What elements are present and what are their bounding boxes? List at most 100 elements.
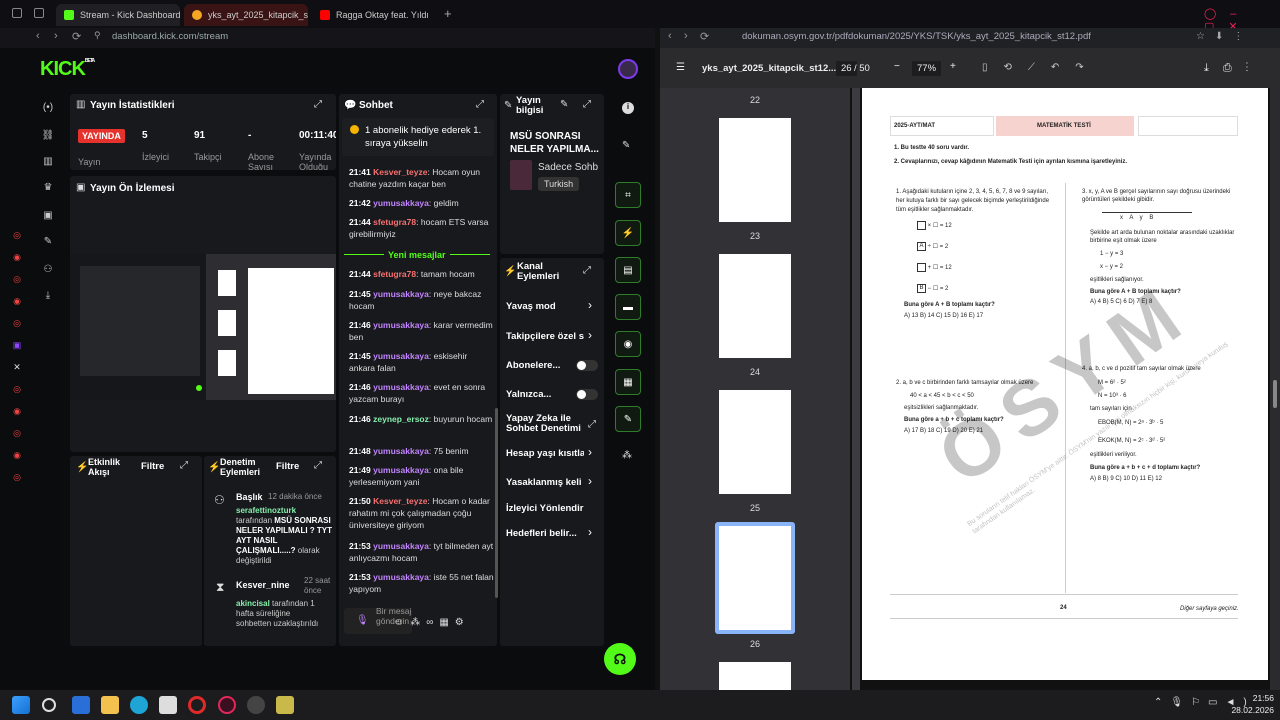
chat-username[interactable]: yumusakkaya bbox=[373, 198, 429, 208]
pinned-gift-banner[interactable]: 1 abonelik hediye ederek 1. sıraya yükse… bbox=[342, 118, 494, 156]
chat-message[interactable]: 21:53 yumusakkaya: iste 55 net falan yap… bbox=[349, 571, 494, 595]
wrench-button[interactable]: ✎ bbox=[615, 406, 641, 432]
raid-label[interactable]: İzleyici Yönlendir bbox=[506, 503, 583, 514]
chat-username[interactable]: yumusakkaya bbox=[373, 541, 429, 551]
emote-only-toggle[interactable] bbox=[576, 389, 598, 400]
back-icon[interactable]: ‹ bbox=[668, 30, 672, 42]
forward-icon[interactable]: › bbox=[54, 30, 58, 42]
left-url[interactable]: dashboard.kick.com/stream bbox=[112, 31, 228, 42]
chat-message[interactable]: 21:45 yumusakkaya: neye bakcaz hocam bbox=[349, 288, 494, 312]
chevron-right-icon[interactable]: › bbox=[588, 328, 592, 342]
pdf-actions-icons[interactable]: ⤓⎙⋮ bbox=[1204, 62, 1262, 75]
flash-button[interactable]: ⚡ bbox=[615, 220, 641, 246]
followers-only-label[interactable]: Takipçilere özel s bbox=[506, 331, 584, 342]
zoom-out-icon[interactable]: − bbox=[894, 61, 900, 72]
subs-only-toggle[interactable] bbox=[576, 360, 598, 371]
chat-message[interactable]: 21:49 yumusakkaya: ona bile yerlesemiyom… bbox=[349, 464, 494, 488]
slow-mode-label[interactable]: Yavaş mod bbox=[506, 301, 556, 312]
activity-filter-button[interactable]: Filtre bbox=[141, 461, 164, 472]
side-app-icons[interactable]: ◎ ◉ ◎ ◉ ◎ ▣ ✕ ◎ ◉ ◎ ◉ ◎ bbox=[10, 224, 24, 488]
new-tab-button[interactable]: + bbox=[444, 6, 452, 21]
avatar[interactable] bbox=[618, 59, 638, 79]
notes-button[interactable]: ▤ bbox=[615, 257, 641, 283]
chat-username[interactable]: Kesver_teyze bbox=[373, 496, 427, 506]
ai-moderation-label[interactable]: Yapay Zeka ile Sohbet Denetimi bbox=[506, 414, 586, 434]
chat-tools-icons[interactable]: ☺⁂∞▦⚙ bbox=[394, 617, 470, 628]
clock-date[interactable]: 28.02.2026 bbox=[1226, 705, 1274, 715]
chat-username[interactable]: yumusakkaya bbox=[373, 351, 429, 361]
page-scrollbar-thumb[interactable] bbox=[1273, 380, 1277, 408]
expand-icon[interactable]: ⤢ bbox=[180, 460, 188, 471]
chat-message[interactable]: 21:46 zeynep_ersoz: buyurun hocam bbox=[349, 413, 494, 425]
site-info-icon[interactable]: ⚲ bbox=[94, 30, 101, 41]
video-icon[interactable]: ▣ bbox=[36, 210, 60, 228]
start-icon[interactable] bbox=[12, 696, 30, 714]
chat-message[interactable]: 21:41 Kesver_teyze: Hocam oyun chatine y… bbox=[349, 166, 494, 190]
chat-username[interactable]: yumusakkaya bbox=[373, 465, 429, 475]
app-icon[interactable] bbox=[276, 696, 294, 714]
emote-only-label[interactable]: Yalnızca... bbox=[506, 389, 551, 400]
chat-message[interactable]: 21:44 sfetugra78: tamam hocam bbox=[349, 268, 494, 280]
expand-icon[interactable]: ⤢ bbox=[314, 99, 322, 110]
info-circle-icon[interactable]: i bbox=[622, 102, 634, 114]
analytics-icon[interactable]: ▥ bbox=[36, 156, 60, 174]
tab-kick-dashboard[interactable]: Stream - Kick Dashboard bbox=[56, 4, 180, 26]
reload-icon[interactable]: ⟳ bbox=[72, 30, 81, 43]
chat-username[interactable]: Kesver_teyze bbox=[373, 167, 427, 177]
screenshot-button[interactable]: ⌗ bbox=[615, 182, 641, 208]
forward-icon[interactable]: › bbox=[684, 30, 688, 42]
window-menu-icon[interactable] bbox=[12, 8, 22, 18]
reload-icon[interactable]: ⟳ bbox=[700, 30, 709, 43]
expand-icon[interactable]: ⤢ bbox=[583, 99, 591, 110]
link-icon[interactable]: ⛓ bbox=[36, 130, 60, 148]
zoom-in-icon[interactable]: + bbox=[950, 61, 956, 72]
chat-username[interactable]: zeynep_ersoz bbox=[373, 414, 429, 424]
stream-icon[interactable]: (•) bbox=[36, 102, 60, 120]
chat-scrollbar[interactable] bbox=[495, 408, 498, 598]
opera-gx-icon[interactable] bbox=[218, 696, 236, 714]
pdf-tools-icons[interactable]: ▯⟲⟋↶↷ bbox=[982, 62, 1100, 73]
account-age-label[interactable]: Hesap yaşı kısıtla bbox=[506, 448, 584, 459]
store-icon[interactable] bbox=[159, 696, 177, 714]
thumbnail-page[interactable] bbox=[719, 390, 791, 494]
trophy-icon[interactable]: ♛ bbox=[36, 182, 60, 200]
mod-filter-button[interactable]: Filtre bbox=[276, 461, 299, 472]
chat-message[interactable]: 21:42 yumusakkaya: geldim bbox=[349, 197, 494, 209]
mic-icon[interactable]: 🎙 bbox=[356, 615, 369, 626]
goals-label[interactable]: Hedefleri belir... bbox=[506, 528, 577, 539]
tab-actions-icon[interactable] bbox=[34, 8, 44, 18]
expand-icon[interactable]: ⤢ bbox=[314, 460, 322, 471]
chat-username[interactable]: yumusakkaya bbox=[373, 572, 429, 582]
tab-youtube[interactable]: Ragga Oktay feat. Yıldı bbox=[312, 4, 440, 26]
broadcast-button[interactable]: ◉ bbox=[615, 331, 641, 357]
stream-preview-video[interactable] bbox=[70, 254, 336, 400]
menu-icon[interactable]: ☰ bbox=[676, 62, 685, 73]
chevron-right-icon[interactable]: › bbox=[588, 445, 592, 459]
chat-message[interactable]: 21:45 yumusakkaya: eskisehir ankara fala… bbox=[349, 350, 494, 374]
edge-icon[interactable] bbox=[130, 696, 148, 714]
chevron-right-icon[interactable]: › bbox=[588, 474, 592, 488]
search-icon[interactable] bbox=[42, 698, 56, 712]
tab-pdf[interactable]: yks_ayt_2025_kitapcik_st12 bbox=[184, 4, 308, 26]
apps-icon[interactable]: ⁂ bbox=[622, 450, 632, 461]
banned-words-label[interactable]: Yasaklanmış keli bbox=[506, 477, 584, 488]
chat-message[interactable]: 21:46 yumusakkaya: evet en sonra yazcam … bbox=[349, 381, 494, 405]
thumb-scrollbar[interactable] bbox=[852, 88, 860, 690]
zoom-level[interactable]: 77% bbox=[912, 61, 942, 76]
layout-button[interactable]: ▦ bbox=[615, 369, 641, 395]
right-url[interactable]: dokuman.osym.gov.tr/pdfdokuman/2025/YKS/… bbox=[742, 31, 1091, 42]
file-explorer-icon[interactable] bbox=[101, 696, 119, 714]
edit-icon[interactable]: ✎ bbox=[560, 99, 568, 110]
tools-icon[interactable]: ✎ bbox=[36, 236, 60, 254]
chat-username[interactable]: yumusakkaya bbox=[373, 382, 429, 392]
task-view-icon[interactable] bbox=[72, 696, 90, 714]
expand-icon[interactable]: ⤢ bbox=[583, 265, 591, 276]
browser-toolbar-icons[interactable]: ☆⬇⋮ bbox=[1196, 31, 1253, 42]
chat-message[interactable]: 21:53 yumusakkaya: tyt bilmeden ayt anlı… bbox=[349, 540, 494, 564]
opera-icon[interactable] bbox=[188, 696, 206, 714]
back-icon[interactable]: ‹ bbox=[36, 30, 40, 42]
thumbnail-page-current[interactable] bbox=[719, 526, 791, 630]
thumbnail-page[interactable] bbox=[719, 118, 791, 222]
chevron-right-icon[interactable]: › bbox=[588, 298, 592, 312]
clock-time[interactable]: 21:56 bbox=[1244, 693, 1274, 703]
